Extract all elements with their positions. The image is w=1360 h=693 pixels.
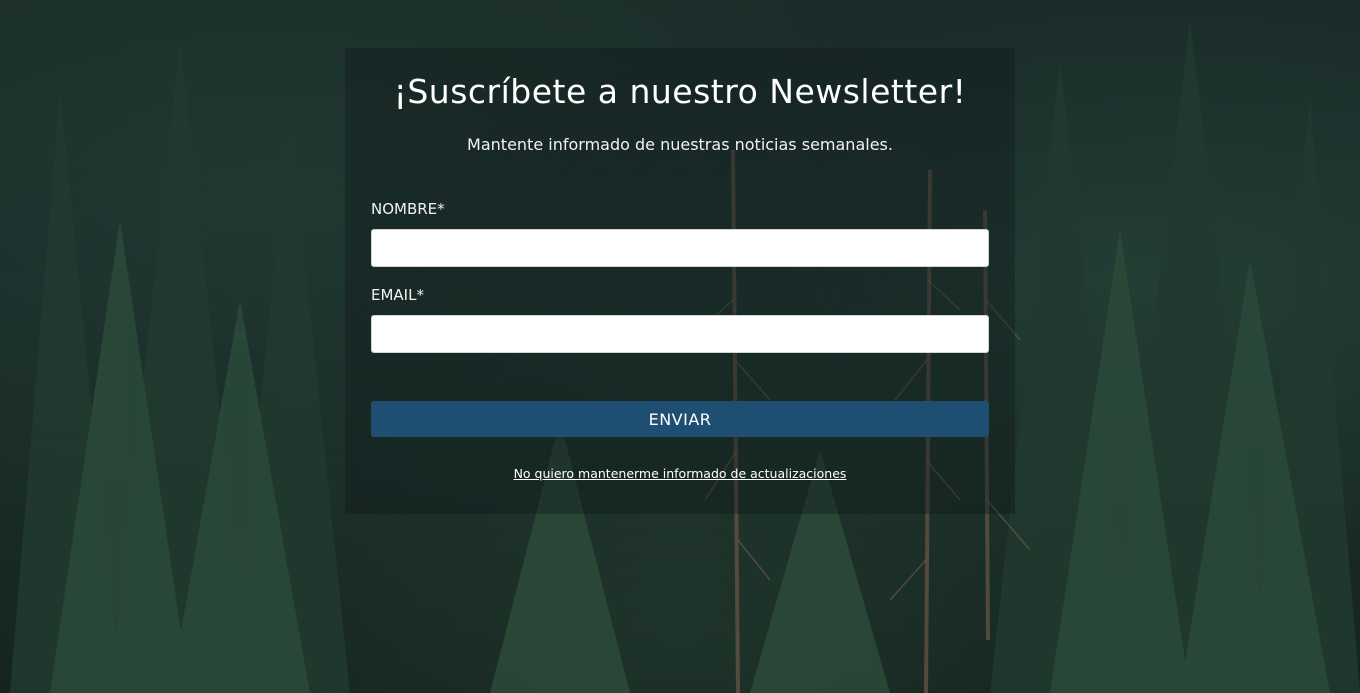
- newsletter-subtitle: Mantente informado de nuestras noticias …: [467, 135, 893, 154]
- unsubscribe-link[interactable]: No quiero mantenerme informado de actual…: [345, 465, 1015, 483]
- email-label: EMAIL*: [371, 286, 424, 304]
- newsletter-panel: [345, 48, 1015, 514]
- name-input[interactable]: [371, 229, 989, 267]
- newsletter-title: ¡Suscríbete a nuestro Newsletter!: [393, 72, 967, 111]
- email-input[interactable]: [371, 315, 989, 353]
- submit-button[interactable]: ENVIAR: [371, 401, 989, 437]
- name-label: NOMBRE*: [371, 200, 445, 218]
